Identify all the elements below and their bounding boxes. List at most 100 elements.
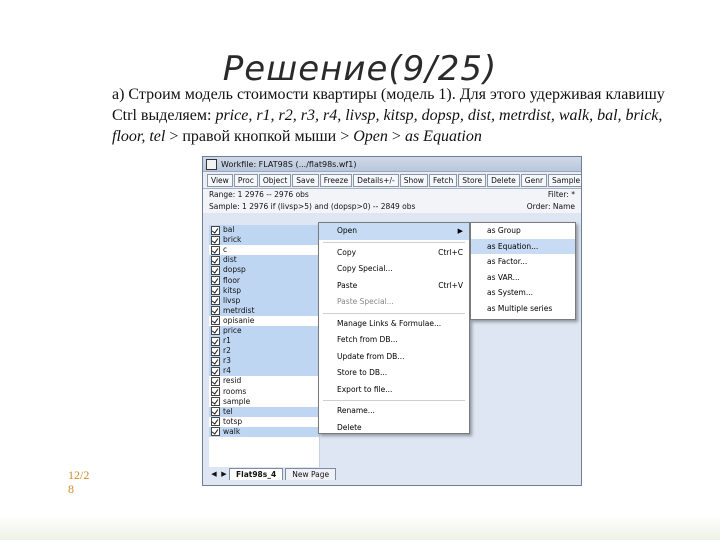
series-icon [211,286,220,296]
instruction-right-click: > правой кнопкой мыши > [165,128,354,145]
workfile-object-item[interactable]: floor [209,275,319,286]
series-icon [211,225,220,235]
submenu-item-as-multiple-series[interactable]: as Multiple series [471,301,575,317]
workfile-object-item[interactable]: livsp [209,295,319,306]
instruction-as-equation: as Equation [404,128,482,145]
workfile-toolbar: View Proc Object Save Freeze Details+/- … [203,172,581,189]
menu-item-export-to-file[interactable]: Export to file... [319,382,469,399]
toolbar-save-button[interactable]: Save [292,173,319,187]
workfile-object-item[interactable]: bal [209,225,319,236]
workfile-object-item[interactable]: dist [209,255,319,266]
workfile-object-item[interactable]: brick [209,235,319,246]
menu-shortcut: Ctrl+V [438,280,463,290]
workfile-object-item[interactable]: resid [209,376,319,386]
workfile-object-item[interactable]: rooms [209,387,319,397]
series-icon [211,326,220,336]
series-icon [211,265,220,275]
sample-text[interactable]: Sample: 1 2976 if (livsp>5) and (dopsp>0… [209,201,415,213]
menu-item-manage-links-formulae[interactable]: Manage Links & Formulae... [319,316,469,333]
menu-item-fetch-from-db[interactable]: Fetch from DB... [319,332,469,349]
object-name: c [223,245,228,255]
window-title: Workfile: FLAT98S (.../flat98s.wf1) [221,159,357,169]
menu-item-label: Delete [337,422,362,432]
submenu-item-as-system[interactable]: as System... [471,285,575,301]
toolbar-delete-button[interactable]: Delete [487,173,520,187]
workfile-object-item[interactable]: kitsp [209,285,319,296]
toolbar-freeze-button[interactable]: Freeze [319,173,353,187]
toolbar-object-button[interactable]: Object [258,173,292,187]
submenu-item-as-var[interactable]: as VAR... [471,270,575,286]
range-row: Range: 1 2976 -- 2976 obs Filter: * [203,189,581,201]
toolbar-details-button[interactable]: Details+/- [353,173,399,187]
object-name: r1 [223,336,231,346]
window-titlebar[interactable]: Workfile: FLAT98S (.../flat98s.wf1) [203,157,581,172]
tab-flat98s-4[interactable]: Flat98s_4 [229,468,284,480]
toolbar-sample-button[interactable]: Sample [548,173,581,187]
object-name: dopsp [223,265,246,275]
workfile-object-item[interactable]: sample [209,397,319,407]
menu-item-rename[interactable]: Rename... [319,403,469,420]
tab-new-page[interactable]: New Page [285,468,337,480]
object-name: brick [223,235,242,245]
series-icon [211,336,220,346]
menu-item-label: Fetch from DB... [337,335,398,344]
workfile-object-item[interactable]: r4 [209,366,319,377]
menu-item-open[interactable]: Open ▶ [319,223,469,240]
menu-item-label: Store to DB... [337,368,388,377]
menu-item-copy-special[interactable]: Copy Special... [319,261,469,278]
series-icon [211,346,220,356]
order-text[interactable]: Order: Name [527,201,575,213]
menu-item-store-to-db[interactable]: Store to DB... [319,365,469,382]
workfile-object-item[interactable]: price [209,325,319,337]
workfile-object-item[interactable]: tel [209,406,319,417]
toolbar-store-button[interactable]: Store [458,173,487,187]
menu-item-paste-special[interactable]: Paste Special... [319,294,469,311]
workfile-object-item[interactable]: r2 [209,346,319,357]
range-text[interactable]: Range: 1 2976 -- 2976 obs [209,189,309,201]
workfile-object-item[interactable]: c [209,245,319,255]
menu-item-label: Update from DB... [337,351,405,361]
workfile-object-item[interactable]: metrdist [209,305,319,316]
submenu-item-as-group[interactable]: as Group [471,223,575,239]
toolbar-proc-button[interactable]: Proc [233,173,258,187]
workfile-object-item[interactable]: r1 [209,336,319,347]
workfile-object-item[interactable]: opisanie [209,316,319,326]
object-name: walk [223,426,241,436]
series-icon [211,407,220,417]
menu-item-update-from-db[interactable]: Update from DB... [319,349,469,366]
toolbar-show-button[interactable]: Show [399,173,428,187]
menu-item-delete[interactable]: Delete [319,420,469,437]
context-menu: Open ▶ Copy Ctrl+C Copy Special... Paste Ctrl+… [318,222,470,434]
menu-item-label: Paste Special... [337,297,394,306]
footer-band [0,516,720,540]
object-name: floor [223,275,240,285]
series-icon [211,316,220,326]
object-name: kitsp [223,285,242,295]
instruction-gt: > [387,128,405,145]
toolbar-fetch-button[interactable]: Fetch [428,173,458,187]
toolbar-genr-button[interactable]: Genr [520,173,548,187]
menu-item-paste[interactable]: Paste Ctrl+V [319,278,469,295]
submenu-item-as-equation[interactable]: as Equation... [471,238,575,254]
menu-item-label: Copy Special... [337,264,393,273]
menu-item-label: Copy [337,247,357,257]
workfile-object-item[interactable]: totsp [209,417,319,427]
submenu-item-as-factor[interactable]: as Factor... [471,254,575,270]
menu-item-label: Rename... [337,406,375,415]
workfile-object-item[interactable]: r3 [209,356,319,367]
instruction-open: Open [353,128,388,145]
series-icon [211,387,220,397]
filter-text[interactable]: Filter: * [548,189,575,201]
object-name: rooms [223,386,247,396]
series-icon [211,397,220,407]
object-list: bal brick c dist dopsp floor kitsp livsp metrdis… [209,225,320,469]
workfile-object-item[interactable]: dopsp [209,265,319,276]
slide-instructions: а) Строим модель стоимости квартиры (мод… [112,84,672,147]
object-name: price [223,325,242,335]
tab-scroll-left-icon[interactable]: ◀ [209,470,219,478]
tab-scroll-right-icon[interactable]: ▶ [219,470,229,478]
menu-item-copy[interactable]: Copy Ctrl+C [319,245,469,262]
toolbar-view-button[interactable]: View [207,173,233,187]
workfile-object-item[interactable]: walk [209,426,319,437]
object-name: bal [223,225,235,235]
